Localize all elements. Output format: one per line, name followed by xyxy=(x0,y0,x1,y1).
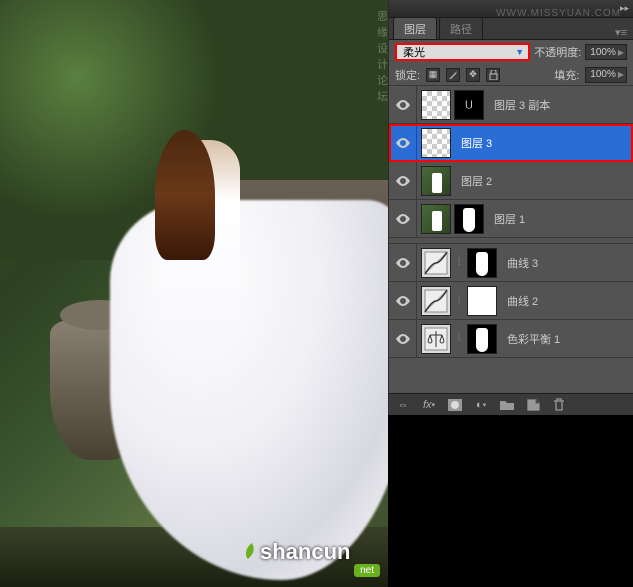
layer-row[interactable]: ⁞ 曲线 3 xyxy=(389,244,633,282)
layer-mask-thumbnail[interactable] xyxy=(467,286,497,316)
visibility-toggle[interactable] xyxy=(389,162,417,199)
layer-name[interactable]: 图层 2 xyxy=(455,173,492,189)
layer-name[interactable]: 图层 3 副本 xyxy=(488,97,550,113)
tab-layers[interactable]: 图层 xyxy=(393,17,437,39)
tab-paths[interactable]: 路径 xyxy=(439,17,483,39)
adjustment-layer-button[interactable]: ◐▾ xyxy=(471,397,491,413)
lock-position-icon[interactable]: ✥ xyxy=(466,68,480,82)
layer-thumbs: ⋃ xyxy=(417,90,488,120)
watermark-tag: net xyxy=(354,564,380,577)
fill-input[interactable]: 100% ▶ xyxy=(585,67,627,83)
layer-name[interactable]: 色彩平衡 1 xyxy=(501,331,560,347)
layer-name[interactable]: 图层 3 xyxy=(455,135,492,151)
layer-thumbs xyxy=(417,166,455,196)
layer-row[interactable]: 图层 2 xyxy=(389,162,633,200)
lock-label: 锁定: xyxy=(395,67,420,83)
panel-menu-icon[interactable]: ▾≡ xyxy=(609,26,633,39)
lock-all-icon[interactable] xyxy=(486,68,500,82)
lock-fill-row: 锁定: ▦ ✥ 填充: 100% ▶ xyxy=(389,64,633,86)
visibility-toggle[interactable] xyxy=(389,244,417,281)
link-icon: ⁞ xyxy=(454,257,464,268)
layer-name[interactable]: 图层 1 xyxy=(488,211,525,227)
add-mask-button[interactable] xyxy=(445,397,465,413)
panel-collapse-icon[interactable]: ▸▸ xyxy=(620,3,629,14)
chevron-right-icon: ▶ xyxy=(618,70,624,79)
lock-transparency-icon[interactable]: ▦ xyxy=(426,68,440,82)
layer-name[interactable]: 曲线 2 xyxy=(501,293,538,309)
layer-mask-thumbnail[interactable] xyxy=(454,204,484,234)
visibility-toggle[interactable] xyxy=(389,86,417,123)
layer-row-selected[interactable]: 图层 3 xyxy=(389,124,633,162)
watermark-top-url: WWW.MISSYUAN.COM xyxy=(496,8,621,19)
lock-pixels-icon[interactable] xyxy=(446,68,460,82)
visibility-toggle[interactable] xyxy=(389,282,417,319)
layer-group-button[interactable] xyxy=(497,397,517,413)
panel-tabs: 图层 路径 ▾≡ xyxy=(389,18,633,40)
leaf-icon xyxy=(242,541,262,561)
layer-row[interactable]: 图层 1 xyxy=(389,200,633,238)
link-icon: ⁞ xyxy=(454,333,464,344)
layers-list: ⋃ 图层 3 副本 图层 3 图层 2 xyxy=(389,86,633,358)
adjustment-thumbnail[interactable] xyxy=(421,286,451,316)
layer-name[interactable]: 曲线 3 xyxy=(501,255,538,271)
layer-thumbnail[interactable] xyxy=(421,90,451,120)
layer-thumbnail[interactable] xyxy=(421,166,451,196)
layer-thumbnail[interactable] xyxy=(421,128,451,158)
layer-row[interactable]: ⋃ 图层 3 副本 xyxy=(389,86,633,124)
chevron-right-icon: ▶ xyxy=(618,48,624,57)
layer-row[interactable]: ⁞ 色彩平衡 1 xyxy=(389,320,633,358)
panel-bottom-toolbar: ⇔ fx▾ ◐▾ xyxy=(389,393,633,415)
figure-hair xyxy=(155,130,215,260)
layer-thumbnail[interactable] xyxy=(421,204,451,234)
link-icon: ⁞ xyxy=(454,295,464,306)
watermark-brand: shancun xyxy=(260,539,350,564)
layer-mask-thumbnail[interactable] xyxy=(467,324,497,354)
layer-thumbs: ⁞ xyxy=(417,324,501,354)
opacity-input[interactable]: 100% ▶ xyxy=(585,44,627,60)
adjustment-thumbnail[interactable] xyxy=(421,324,451,354)
figure-dress xyxy=(110,200,388,580)
delete-layer-button[interactable] xyxy=(549,397,569,413)
layer-mask-thumbnail[interactable]: ⋃ xyxy=(454,90,484,120)
watermark-bottom: shancun net xyxy=(260,539,380,579)
fill-label: 填充: xyxy=(554,67,579,83)
layers-panel: 思缘设计论坛 WWW.MISSYUAN.COM ▸▸ 图层 路径 ▾≡ 柔光 ▼… xyxy=(388,0,633,415)
layer-thumbs: ⁞ xyxy=(417,286,501,316)
link-layers-button[interactable]: ⇔ xyxy=(393,397,413,413)
layer-effects-button[interactable]: fx▾ xyxy=(419,397,439,413)
layer-thumbs xyxy=(417,204,488,234)
visibility-toggle[interactable] xyxy=(389,320,417,357)
opacity-label: 不透明度: xyxy=(534,44,581,60)
watermark-top-text: 思缘设计论坛 xyxy=(377,8,388,104)
visibility-toggle[interactable] xyxy=(389,200,417,237)
figure xyxy=(70,80,330,560)
empty-area xyxy=(388,415,633,587)
layer-thumbs: ⁞ xyxy=(417,248,501,278)
opacity-value: 100% xyxy=(590,47,616,58)
blend-opacity-row: 柔光 ▼ 不透明度: 100% ▶ xyxy=(389,40,633,64)
layer-mask-thumbnail[interactable] xyxy=(467,248,497,278)
new-layer-button[interactable] xyxy=(523,397,543,413)
dropdown-arrow-icon: ▼ xyxy=(515,47,524,57)
canvas-image: shancun net xyxy=(0,0,388,587)
blend-mode-dropdown[interactable]: 柔光 ▼ xyxy=(395,43,530,61)
layer-row[interactable]: ⁞ 曲线 2 xyxy=(389,282,633,320)
fill-value: 100% xyxy=(590,69,616,80)
adjustment-thumbnail[interactable] xyxy=(421,248,451,278)
blend-mode-value: 柔光 xyxy=(403,44,425,60)
layer-thumbs xyxy=(417,128,455,158)
visibility-toggle[interactable] xyxy=(389,124,417,161)
